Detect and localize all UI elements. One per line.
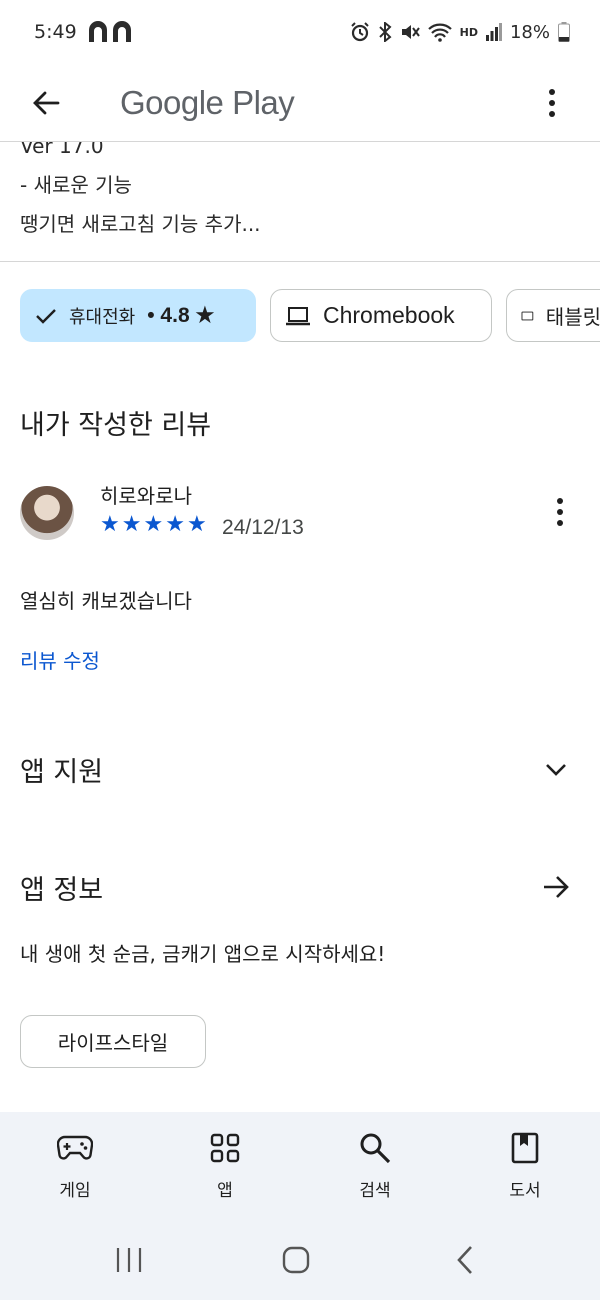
app-notification-icon [87, 20, 135, 44]
review-options-button[interactable] [540, 492, 580, 532]
edit-review-link[interactable]: 리뷰 수정 [20, 645, 100, 674]
more-vert-icon [549, 88, 555, 117]
system-back-button[interactable] [435, 1240, 495, 1280]
chevron-left-icon [457, 1246, 472, 1274]
back-button[interactable] [22, 79, 70, 127]
star-rating: ★ ★ ★ ★ ★ [100, 514, 207, 536]
status-bar: 5:49 HD 18% [0, 0, 600, 64]
gamepad-icon [57, 1130, 93, 1166]
app-support-title: 앱 지원 [20, 757, 104, 788]
star-icon: ★ [143, 512, 164, 537]
review-text: 열심히 캐보겠습니다 [20, 589, 192, 613]
my-review-title: 내가 작성한 리뷰 [20, 410, 212, 441]
apps-grid-icon [207, 1130, 243, 1166]
mute-icon [400, 22, 420, 42]
search-icon [357, 1130, 393, 1166]
nav-search-label: 검색 [359, 1181, 391, 1201]
bluetooth-icon [378, 22, 392, 42]
arrow-left-icon [33, 91, 60, 114]
category-chip[interactable]: 라이프스타일 [20, 1015, 206, 1068]
check-icon [36, 308, 56, 324]
star-icon: ★ [121, 512, 142, 537]
page-title: Google Play [120, 83, 295, 121]
nav-games-label: 게임 [59, 1181, 91, 1201]
battery-icon [558, 22, 570, 42]
recent-apps-icon [116, 1248, 142, 1272]
nav-books[interactable]: 도서 [450, 1112, 600, 1230]
chip-tablet-label: 태블릿 [545, 305, 600, 329]
chip-tablet[interactable]: 태블릿 [506, 289, 600, 342]
app-info-row[interactable]: 앱 정보 [0, 851, 600, 921]
more-options-button[interactable] [528, 79, 576, 127]
chip-chromebook-label: Chromebook [323, 302, 455, 328]
device-chip-row: 휴대전화 • 4.8 ★ Chromebook 태블릿 [20, 289, 600, 343]
chip-phone-label: 휴대전화 [69, 306, 136, 328]
star-icon: ★ [100, 512, 120, 537]
bottom-navigation: 게임 앱 검색 도서 [0, 1112, 600, 1230]
app-support-row[interactable]: 앱 지원 [0, 733, 600, 803]
wifi-icon [427, 22, 452, 42]
tablet-icon [521, 311, 534, 320]
app-description: 내 생애 첫 순금, 금캐기 앱으로 시작하세요! [20, 942, 386, 966]
whats-new-heading: - 새로운 기능 [20, 173, 132, 197]
app-bar: Google Play [0, 64, 600, 142]
review-date: 24/12/13 [222, 516, 304, 539]
book-icon [507, 1130, 543, 1166]
nav-search[interactable]: 검색 [300, 1112, 450, 1230]
more-vert-icon [557, 498, 563, 526]
home-button[interactable] [266, 1240, 326, 1280]
whats-new-body: 땡기면 새로고침 기능 추가... [20, 212, 261, 236]
status-time: 5:49 [34, 21, 77, 43]
nav-apps-label: 앱 [217, 1181, 233, 1201]
app-info-title: 앱 정보 [20, 875, 104, 906]
chip-phone-rating: • 4.8 ★ [147, 304, 215, 327]
system-navigation-bar [0, 1230, 600, 1300]
signal-icon [485, 23, 502, 41]
chip-chromebook[interactable]: Chromebook [270, 289, 492, 342]
reviewer-name: 히로와로나 [100, 484, 192, 508]
review-card: 히로와로나 ★ ★ ★ ★ ★ 24/12/13 [20, 478, 580, 558]
alarm-icon [350, 22, 370, 42]
whats-new-section: Ver 17.0 - 새로운 기능 땡기면 새로고침 기능 추가... [0, 142, 600, 262]
chevron-down-icon [540, 753, 572, 785]
avatar [20, 486, 74, 540]
star-icon: ★ [186, 512, 207, 537]
star-icon: ★ [165, 512, 185, 537]
nav-books-label: 도서 [509, 1181, 541, 1201]
home-icon [282, 1246, 310, 1274]
version-text: Ver 17.0 [20, 142, 104, 158]
battery-percent: 18% [509, 21, 550, 43]
laptop-icon [286, 306, 310, 325]
nav-games[interactable]: 게임 [0, 1112, 150, 1230]
arrow-right-icon [540, 871, 572, 903]
nav-apps[interactable]: 앱 [150, 1112, 300, 1230]
recent-apps-button[interactable] [99, 1240, 159, 1280]
chip-phone[interactable]: 휴대전화 • 4.8 ★ [20, 289, 256, 342]
hd-voice-label: HD [459, 25, 478, 39]
